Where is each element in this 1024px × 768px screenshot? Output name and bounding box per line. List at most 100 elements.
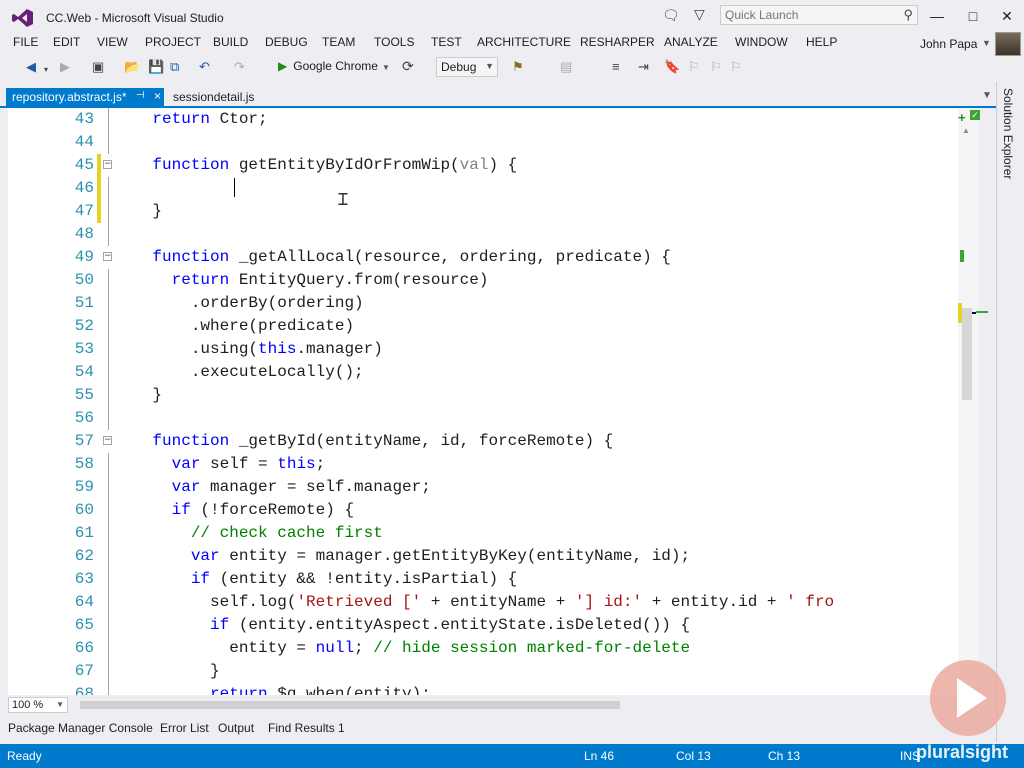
code-line[interactable]: 45− function getEntityByIdOrFromWip(val)… xyxy=(8,154,958,177)
code-line[interactable]: 51 .orderBy(ordering) xyxy=(8,292,958,315)
menu-resharper[interactable]: RESHARPER xyxy=(580,35,655,49)
menu-tools[interactable]: TOOLS xyxy=(374,35,414,49)
code-text: var entity = manager.getEntityByKey(enti… xyxy=(190,547,691,565)
bookmark-icon[interactable]: 🔖 xyxy=(664,59,680,75)
scroll-thumb[interactable] xyxy=(962,308,972,400)
code-line[interactable]: 54 .executeLocally(); xyxy=(8,361,958,384)
avatar[interactable] xyxy=(995,32,1021,56)
next-bookmark-icon[interactable]: ⚐ xyxy=(710,59,722,75)
menu-team[interactable]: TEAM xyxy=(322,35,355,49)
status-char: Ch 13 xyxy=(768,749,801,763)
quick-launch-box[interactable]: ⚲ xyxy=(720,5,918,25)
indent-icon[interactable]: ⇥ xyxy=(638,59,649,75)
filter-icon[interactable]: ▽ xyxy=(694,6,705,23)
expand-icon[interactable]: + xyxy=(958,110,966,125)
back-dropdown-icon[interactable]: ▾ xyxy=(44,62,48,78)
tab-find-results[interactable]: Find Results 1 xyxy=(268,721,345,735)
new-project-icon[interactable]: ▣ xyxy=(92,59,104,75)
code-line[interactable]: 67 } xyxy=(8,660,958,683)
analysis-ok-icon: ✓ xyxy=(970,110,980,120)
code-line[interactable]: 65 if (entity.entityAspect.entityState.i… xyxy=(8,614,958,637)
code-text: return Ctor; xyxy=(152,110,268,128)
solution-explorer-tab[interactable]: Solution Explorer xyxy=(1001,88,1015,179)
code-line[interactable]: 44 xyxy=(8,131,958,154)
tab-output[interactable]: Output xyxy=(218,721,254,735)
collapse-icon[interactable]: − xyxy=(103,252,112,261)
code-line[interactable]: 52 .where(predicate) xyxy=(8,315,958,338)
code-line[interactable]: 63 if (entity && !entity.isPartial) { xyxy=(8,568,958,591)
refresh-icon[interactable]: ⟳ xyxy=(402,58,414,75)
scroll-up-icon[interactable]: ▲ xyxy=(962,126,970,135)
code-line[interactable]: 64 self.log('Retrieved [' + entityName +… xyxy=(8,591,958,614)
code-line[interactable]: 59 var manager = self.manager; xyxy=(8,476,958,499)
code-line[interactable]: 49− function _getAllLocal(resource, orde… xyxy=(8,246,958,269)
save-icon[interactable]: 💾 xyxy=(148,59,164,75)
code-line[interactable]: 46 xyxy=(8,177,958,200)
code-line[interactable]: 66 entity = null; // hide session marked… xyxy=(8,637,958,660)
code-line[interactable]: 47 } xyxy=(8,200,958,223)
status-bar: Ready Ln 46 Col 13 Ch 13 INS xyxy=(0,744,1024,768)
menu-project[interactable]: PROJECT xyxy=(145,35,201,49)
chevron-down-icon[interactable]: ▼ xyxy=(982,38,991,48)
code-line[interactable]: 61 // check cache first xyxy=(8,522,958,545)
collapse-icon[interactable]: − xyxy=(103,436,112,445)
line-number: 68 xyxy=(74,685,94,695)
horizontal-scroll-thumb[interactable] xyxy=(80,701,620,709)
start-debugging-button[interactable]: ▶ Google Chrome ▼ xyxy=(278,59,390,73)
zoom-select[interactable]: 100 % ▼ xyxy=(8,697,68,713)
find-icon[interactable]: ⚑ xyxy=(512,59,524,75)
menu-edit[interactable]: EDIT xyxy=(53,35,80,49)
menu-debug[interactable]: DEBUG xyxy=(265,35,308,49)
vertical-scrollbar[interactable]: + ✓ ▲ xyxy=(958,108,988,695)
menu-window[interactable]: WINDOW xyxy=(735,35,788,49)
feedback-icon[interactable]: 🗨 xyxy=(662,7,680,24)
collapse-icon[interactable]: − xyxy=(103,160,112,169)
menu-architecture[interactable]: ARCHITECTURE xyxy=(477,35,571,49)
menu-help[interactable]: HELP xyxy=(806,35,837,49)
line-number: 67 xyxy=(74,662,94,680)
menu-test[interactable]: TEST xyxy=(431,35,462,49)
pin-icon[interactable]: ⊣ xyxy=(136,90,145,101)
line-number: 47 xyxy=(74,202,94,220)
code-line[interactable]: 60 if (!forceRemote) { xyxy=(8,499,958,522)
video-play-button[interactable] xyxy=(930,660,1006,736)
code-line[interactable]: 62 var entity = manager.getEntityByKey(e… xyxy=(8,545,958,568)
code-line[interactable]: 53 .using(this.manager) xyxy=(8,338,958,361)
code-line[interactable]: 50 return EntityQuery.from(resource) xyxy=(8,269,958,292)
format-icon[interactable]: ≡ xyxy=(612,59,620,75)
tab-package-manager-console[interactable]: Package Manager Console xyxy=(8,721,153,735)
quick-launch-input[interactable] xyxy=(721,6,899,24)
code-line[interactable]: 57− function _getById(entityName, id, fo… xyxy=(8,430,958,453)
code-line[interactable]: 43 return Ctor; xyxy=(8,108,958,131)
prev-bookmark-icon[interactable]: ⚐ xyxy=(688,59,700,75)
tab-overflow-icon[interactable]: ▼ xyxy=(982,90,992,101)
tab-error-list[interactable]: Error List xyxy=(160,721,209,735)
comment-icon[interactable]: ▤ xyxy=(560,59,572,75)
maximize-button[interactable]: □ xyxy=(958,6,988,26)
open-file-icon[interactable]: 📂 xyxy=(124,59,140,75)
menu-build[interactable]: BUILD xyxy=(213,35,248,49)
tab-repository-abstract[interactable]: repository.abstract.js* ⊣ × xyxy=(6,88,164,106)
status-column: Col 13 xyxy=(676,749,711,763)
code-line[interactable]: 56 xyxy=(8,407,958,430)
close-button[interactable]: ✕ xyxy=(992,6,1022,26)
menu-file[interactable]: FILE xyxy=(13,35,38,49)
clear-bookmarks-icon[interactable]: ⚐ xyxy=(730,59,742,75)
forward-icon[interactable]: ▶ xyxy=(60,59,70,75)
code-line[interactable]: 55 } xyxy=(8,384,958,407)
back-icon[interactable]: ◀ xyxy=(26,59,36,75)
menu-view[interactable]: VIEW xyxy=(97,35,128,49)
user-name[interactable]: John Papa xyxy=(920,37,977,51)
code-line[interactable]: 48 xyxy=(8,223,958,246)
solution-configuration-select[interactable]: Debug ▼ xyxy=(436,57,498,77)
search-icon[interactable]: ⚲ xyxy=(903,7,913,23)
code-line[interactable]: 58 var self = this; xyxy=(8,453,958,476)
minimize-button[interactable]: — xyxy=(922,6,952,26)
undo-icon[interactable]: ↶ xyxy=(199,59,210,75)
menu-analyze[interactable]: ANALYZE xyxy=(664,35,718,49)
redo-icon[interactable]: ↷ xyxy=(234,59,245,75)
code-editor[interactable]: 43 return Ctor; 44 45− function getEntityB… xyxy=(8,108,958,695)
save-all-icon[interactable]: ⧉ xyxy=(170,59,179,75)
code-line[interactable]: 68 return $q.when(entity); xyxy=(8,683,958,695)
close-tab-icon[interactable]: × xyxy=(154,89,161,103)
